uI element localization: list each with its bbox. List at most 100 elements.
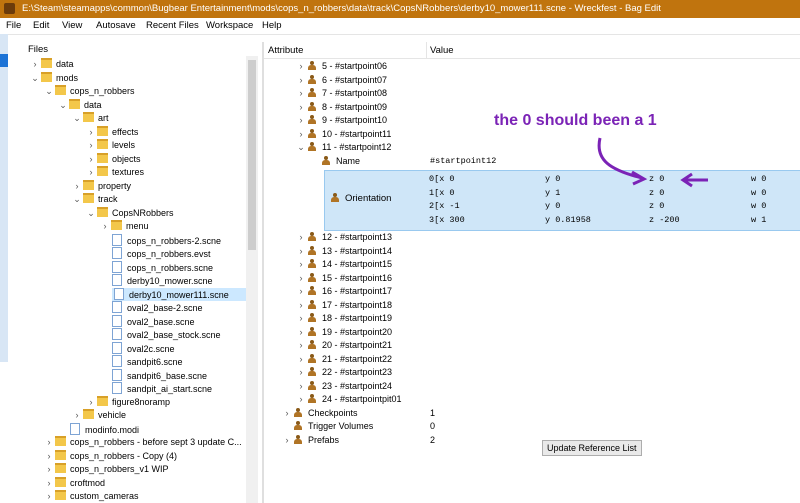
tree-file[interactable]: oval2_base-2.scne: [0, 301, 246, 315]
startpoint-row[interactable]: › 14 - #startpoint15: [264, 258, 800, 272]
chevron-right-icon[interactable]: ›: [296, 272, 306, 286]
chevron-right-icon[interactable]: ›: [86, 166, 96, 180]
chevron-right-icon[interactable]: ›: [296, 312, 306, 326]
chevron-right-icon[interactable]: ›: [44, 436, 54, 450]
tree-folder[interactable]: › textures: [0, 166, 246, 180]
matrix-cell[interactable]: y 0.81958: [545, 215, 591, 225]
name-row[interactable]: Name #startpoint12: [264, 155, 800, 169]
chevron-right-icon[interactable]: ›: [296, 326, 306, 340]
matrix-cell[interactable]: 0[x 0: [429, 174, 455, 184]
chevron-right-icon[interactable]: ›: [296, 128, 306, 142]
chevron-down-icon[interactable]: ⌄: [58, 99, 68, 113]
tree-file[interactable]: oval2_base_stock.scne: [0, 328, 246, 342]
menu-edit[interactable]: Edit: [33, 20, 49, 31]
chevron-right-icon[interactable]: ›: [296, 285, 306, 299]
chevron-down-icon[interactable]: ⌄: [44, 85, 54, 99]
chevron-down-icon[interactable]: ⌄: [86, 207, 96, 221]
chevron-right-icon[interactable]: ›: [282, 434, 292, 448]
matrix-cell[interactable]: y 0: [545, 201, 560, 211]
menu-file[interactable]: File: [6, 20, 21, 31]
chevron-right-icon[interactable]: ›: [44, 477, 54, 491]
chevron-right-icon[interactable]: ›: [296, 245, 306, 259]
chevron-right-icon[interactable]: ›: [30, 58, 40, 72]
startpoint-row[interactable]: › 7 - #startpoint08: [264, 87, 800, 101]
tree-folder[interactable]: › croftmod: [0, 476, 246, 491]
scrollbar-thumb[interactable]: [248, 60, 256, 250]
tree-folder[interactable]: › cops_n_robbers_v1 WIP: [0, 463, 246, 477]
chevron-right-icon[interactable]: ›: [72, 409, 82, 423]
tree-folder[interactable]: › vehicle: [0, 409, 246, 423]
chevron-down-icon[interactable]: ⌄: [72, 193, 82, 207]
startpoint-row[interactable]: › 16 - #startpoint17: [264, 285, 800, 299]
matrix-cell[interactable]: z -200: [649, 215, 680, 225]
files-scrollbar[interactable]: [246, 56, 258, 503]
chevron-right-icon[interactable]: ›: [296, 74, 306, 88]
matrix-cell[interactable]: 3[x 300: [429, 215, 465, 225]
tree-file[interactable]: derby10_mower111.scne: [112, 287, 246, 301]
menu-workspace[interactable]: Workspace: [206, 20, 253, 31]
matrix-cell[interactable]: z 0: [649, 188, 664, 198]
chevron-right-icon[interactable]: ›: [296, 339, 306, 353]
matrix-cell[interactable]: w 0: [751, 174, 766, 184]
chevron-down-icon[interactable]: ⌄: [72, 112, 82, 126]
chevron-right-icon[interactable]: ›: [296, 353, 306, 367]
tree-file[interactable]: cops_n_robbers.scne: [0, 260, 246, 275]
tree-folder[interactable]: › custom_cameras: [0, 490, 246, 503]
tree-folder[interactable]: › cops_n_robbers - Copy (4): [0, 449, 246, 464]
startpoint-row[interactable]: › 23 - #startpoint24: [264, 380, 800, 394]
startpoint-row[interactable]: › 17 - #startpoint18: [264, 299, 800, 313]
chevron-right-icon[interactable]: ›: [86, 126, 96, 140]
chevron-right-icon[interactable]: ›: [296, 380, 306, 394]
category-row[interactable]: › Checkpoints 1: [264, 407, 800, 421]
chevron-right-icon[interactable]: ›: [86, 153, 96, 167]
chevron-right-icon[interactable]: ›: [296, 231, 306, 245]
matrix-cell[interactable]: z 0: [649, 174, 664, 184]
matrix-cell[interactable]: w 0: [751, 201, 766, 211]
chevron-right-icon[interactable]: ›: [86, 396, 96, 410]
matrix-cell[interactable]: y 0: [545, 174, 560, 184]
startpoint-row[interactable]: › 18 - #startpoint19: [264, 312, 800, 326]
tree-folder[interactable]: › property: [0, 179, 246, 194]
chevron-right-icon[interactable]: ›: [296, 258, 306, 272]
tree-file[interactable]: cops_n_robbers.evst: [0, 247, 246, 261]
menu-autosave[interactable]: Autosave: [96, 20, 136, 31]
startpoint-row[interactable]: › 13 - #startpoint14: [264, 245, 800, 259]
tree-file[interactable]: oval2c.scne: [0, 341, 246, 356]
startpoint-row[interactable]: › 24 - #startpointpit01: [264, 393, 800, 407]
chevron-right-icon[interactable]: ›: [296, 393, 306, 407]
startpoint-row[interactable]: › 5 - #startpoint06: [264, 60, 800, 74]
tree-folder[interactable]: ⌄ track: [0, 193, 246, 207]
matrix-cell[interactable]: 1[x 0: [429, 188, 455, 198]
chevron-right-icon[interactable]: ›: [86, 139, 96, 153]
tree-file[interactable]: cops_n_robbers-2.scne: [0, 233, 246, 248]
chevron-right-icon[interactable]: ›: [296, 101, 306, 115]
chevron-right-icon[interactable]: ›: [296, 87, 306, 101]
matrix-cell[interactable]: y 1: [545, 188, 560, 198]
tree-folder[interactable]: ⌄ mods: [0, 71, 246, 86]
tree-folder[interactable]: › effects: [0, 125, 246, 140]
menu-view[interactable]: View: [62, 20, 82, 31]
tree-file[interactable]: oval2_base.scne: [0, 314, 246, 329]
chevron-right-icon[interactable]: ›: [44, 450, 54, 464]
startpoint-row[interactable]: › 19 - #startpoint20: [264, 326, 800, 340]
chevron-right-icon[interactable]: ›: [296, 60, 306, 74]
category-row[interactable]: Trigger Volumes 0: [264, 420, 800, 434]
tree-file[interactable]: derby10_mower.scne: [0, 274, 246, 288]
chevron-right-icon[interactable]: ›: [296, 299, 306, 313]
chevron-right-icon[interactable]: ›: [296, 366, 306, 380]
tree-folder[interactable]: ⌄ cops_n_robbers: [0, 85, 246, 99]
matrix-cell[interactable]: w 0: [751, 188, 766, 198]
orientation-row[interactable]: Orientation 0[x 0 y 0 z 0 w 0 1[x 0 y 1 z 0 w 0…: [324, 170, 800, 231]
menu-recent-files[interactable]: Recent Files: [146, 20, 199, 31]
tree-folder[interactable]: ⌄ data: [0, 98, 246, 113]
tree-file[interactable]: modinfo.modi: [0, 422, 246, 437]
menu-help[interactable]: Help: [262, 20, 282, 31]
startpoint-row-expanded[interactable]: ⌄ 11 - #startpoint12: [264, 141, 800, 155]
matrix-cell[interactable]: w 1: [751, 215, 766, 225]
category-row[interactable]: › Prefabs 2: [264, 434, 800, 448]
matrix-cell[interactable]: z 0: [649, 201, 664, 211]
tree-folder[interactable]: ⌄ CopsNRobbers: [0, 206, 246, 221]
startpoint-row[interactable]: › 21 - #startpoint22: [264, 353, 800, 367]
tree-file[interactable]: sandpit6.scne: [0, 355, 246, 369]
startpoint-row[interactable]: › 6 - #startpoint07: [264, 74, 800, 88]
